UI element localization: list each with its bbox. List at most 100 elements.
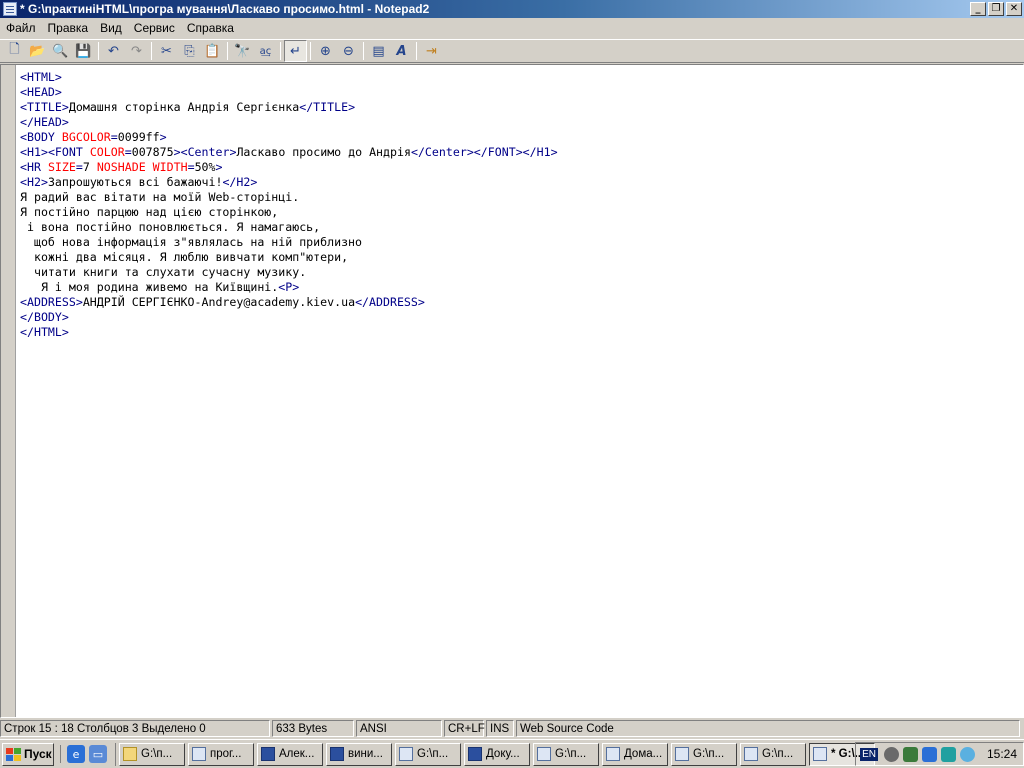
antivirus-icon[interactable] (921, 746, 937, 762)
code-line[interactable]: <HR SIZE=7 NOSHADE WIDTH=50%> (20, 160, 558, 175)
code-view[interactable]: <HTML> <HEAD> <TITLE>Домашня сторінка Андр… (20, 70, 558, 340)
editor-margin[interactable] (1, 65, 16, 717)
taskbar-button-label: G:\п... (693, 748, 725, 760)
menu-file[interactable]: Файл (0, 21, 42, 35)
taskbar-button[interactable]: прог... (188, 742, 254, 766)
volume-icon[interactable] (883, 746, 899, 762)
taskbar-button-label: вини... (348, 748, 383, 760)
doc-icon (606, 747, 620, 761)
start-label: Пуск (24, 747, 52, 761)
status-mode[interactable]: INS (486, 720, 514, 737)
start-button[interactable]: Пуск (2, 742, 54, 766)
menu-edit[interactable]: Правка (42, 21, 95, 35)
redo-icon[interactable]: ↷ (125, 40, 148, 62)
maximize-button[interactable]: ❐ (988, 2, 1004, 16)
menu-tools[interactable]: Сервис (128, 21, 181, 35)
minimize-button[interactable]: _ (970, 2, 986, 16)
status-encoding[interactable]: ANSI (356, 720, 442, 737)
word-icon (261, 747, 275, 761)
taskbar-button-label: Алек... (279, 748, 315, 760)
new-file-icon[interactable]: 🗋 (3, 40, 26, 62)
replace-icon[interactable]: a͢c (254, 40, 277, 62)
paste-icon[interactable]: 📋 (201, 40, 224, 62)
taskbar: Пуск e ▭ G:\п... прог... Алек... вини... G:\… (0, 739, 1024, 768)
browse-icon[interactable]: 🔍 (49, 40, 72, 62)
toolbar-separator (227, 42, 228, 60)
editor-area[interactable]: <HTML> <HEAD> <TITLE>Домашня сторінка Андр… (0, 64, 1024, 718)
code-line[interactable]: і вона постійно поновлюється. Я намагаюс… (20, 220, 558, 235)
code-line[interactable]: <BODY BGCOLOR=0099ff> (20, 130, 558, 145)
taskbar-button[interactable]: Доку... (464, 742, 530, 766)
menu-view[interactable]: Вид (94, 21, 128, 35)
taskbar-button-label: Доку... (486, 748, 520, 760)
code-line[interactable]: <TITLE>Домашня сторінка Андрія Сергієнка… (20, 100, 558, 115)
doc-icon (813, 747, 827, 761)
status-position: Строк 15 : 18 Столбцов 3 Выделено 0 (0, 720, 270, 737)
code-line[interactable]: кожні два місяця. Я люблю вивчати комп"ю… (20, 250, 558, 265)
messenger-icon[interactable] (940, 746, 956, 762)
update-icon[interactable] (959, 746, 975, 762)
code-line[interactable]: <HEAD> (20, 85, 558, 100)
title-bar[interactable]: * G:\практиніHTML\програ мування\Ласкаво… (0, 0, 1024, 18)
doc-icon (399, 747, 413, 761)
font-icon[interactable]: A (390, 40, 413, 62)
code-line[interactable]: Я постійно парцюю над цією сторінкою, (20, 205, 558, 220)
taskbar-button-label: G:\п... (417, 748, 449, 760)
window-controls: _ ❐ ✕ (968, 2, 1022, 16)
toolbar-separator (416, 42, 417, 60)
word-wrap-icon[interactable]: ↵ (284, 40, 307, 62)
zoom-out-icon[interactable]: ⊖ (337, 40, 360, 62)
find-icon[interactable]: 🔭 (231, 40, 254, 62)
taskbar-button-label: G:\п... (555, 748, 587, 760)
word-icon (330, 747, 344, 761)
zoom-in-icon[interactable]: ⊕ (314, 40, 337, 62)
taskbar-button[interactable]: G:\п... (671, 742, 737, 766)
clock[interactable]: 15:24 (987, 747, 1017, 761)
internet-explorer-icon[interactable]: e (67, 745, 85, 763)
code-line[interactable]: <H2>Запрошуються всі бажаючі!</H2> (20, 175, 558, 190)
taskbar-button[interactable]: G:\п... (395, 742, 461, 766)
close-button[interactable]: ✕ (1006, 2, 1022, 16)
notepad-icon[interactable] (3, 2, 17, 16)
folder-icon (123, 747, 137, 761)
exit-icon[interactable]: ⇥ (420, 40, 443, 62)
menu-bar: Файл Правка Вид Сервис Справка (0, 18, 1024, 38)
code-line[interactable]: <H1><FONT COLOR=007875><Center>Ласкаво п… (20, 145, 558, 160)
code-line[interactable]: </BODY> (20, 310, 558, 325)
cut-icon[interactable]: ✂ (155, 40, 178, 62)
menu-help[interactable]: Справка (181, 21, 240, 35)
taskbar-button[interactable]: вини... (326, 742, 392, 766)
word-icon (468, 747, 482, 761)
toolbar-separator (363, 42, 364, 60)
scheme-icon[interactable]: ▤ (367, 40, 390, 62)
taskbar-button[interactable]: Алек... (257, 742, 323, 766)
window-title: * G:\практиніHTML\програ мування\Ласкаво… (20, 2, 430, 16)
code-line[interactable]: Я радий вас вітати на моїй Web-сторінці. (20, 190, 558, 205)
toolbar-separator (98, 42, 99, 60)
save-icon[interactable]: 💾 (72, 40, 95, 62)
taskbar-button[interactable]: G:\п... (533, 742, 599, 766)
open-folder-icon[interactable]: 📂 (26, 40, 49, 62)
code-line[interactable]: Я і моя родина живемо на Київщині.<P> (20, 280, 558, 295)
taskbar-button[interactable]: G:\п... (119, 742, 185, 766)
code-line[interactable]: <HTML> (20, 70, 558, 85)
task-list: G:\п... прог... Алек... вини... G:\п... Доку.… (115, 742, 878, 766)
copy-icon[interactable]: ⎘ (178, 40, 201, 62)
status-bar: Строк 15 : 18 Столбцов 3 Выделено 0 633 … (0, 719, 1024, 738)
network-icon[interactable] (902, 746, 918, 762)
code-line[interactable]: </HEAD> (20, 115, 558, 130)
code-line[interactable]: читати книги та слухати сучасну музику. (20, 265, 558, 280)
status-eol[interactable]: CR+LF (444, 720, 485, 737)
taskbar-button[interactable]: G:\п... (740, 742, 806, 766)
quick-launch: e ▭ (60, 745, 109, 763)
status-scheme[interactable]: Web Source Code (516, 720, 1020, 737)
undo-icon[interactable]: ↶ (102, 40, 125, 62)
taskbar-button[interactable]: Дома... (602, 742, 668, 766)
code-line[interactable]: <ADDRESS>АНДРІЙ СЕРГІЄНКО-Andrey@academy… (20, 295, 558, 310)
taskbar-button-label: G:\п... (141, 748, 173, 760)
code-line[interactable]: </HTML> (20, 325, 558, 340)
language-indicator[interactable]: EN (860, 747, 878, 761)
code-line[interactable]: щоб нова інформація з"являлась на ній пр… (20, 235, 558, 250)
show-desktop-icon[interactable]: ▭ (89, 745, 107, 763)
toolbar-separator (151, 42, 152, 60)
